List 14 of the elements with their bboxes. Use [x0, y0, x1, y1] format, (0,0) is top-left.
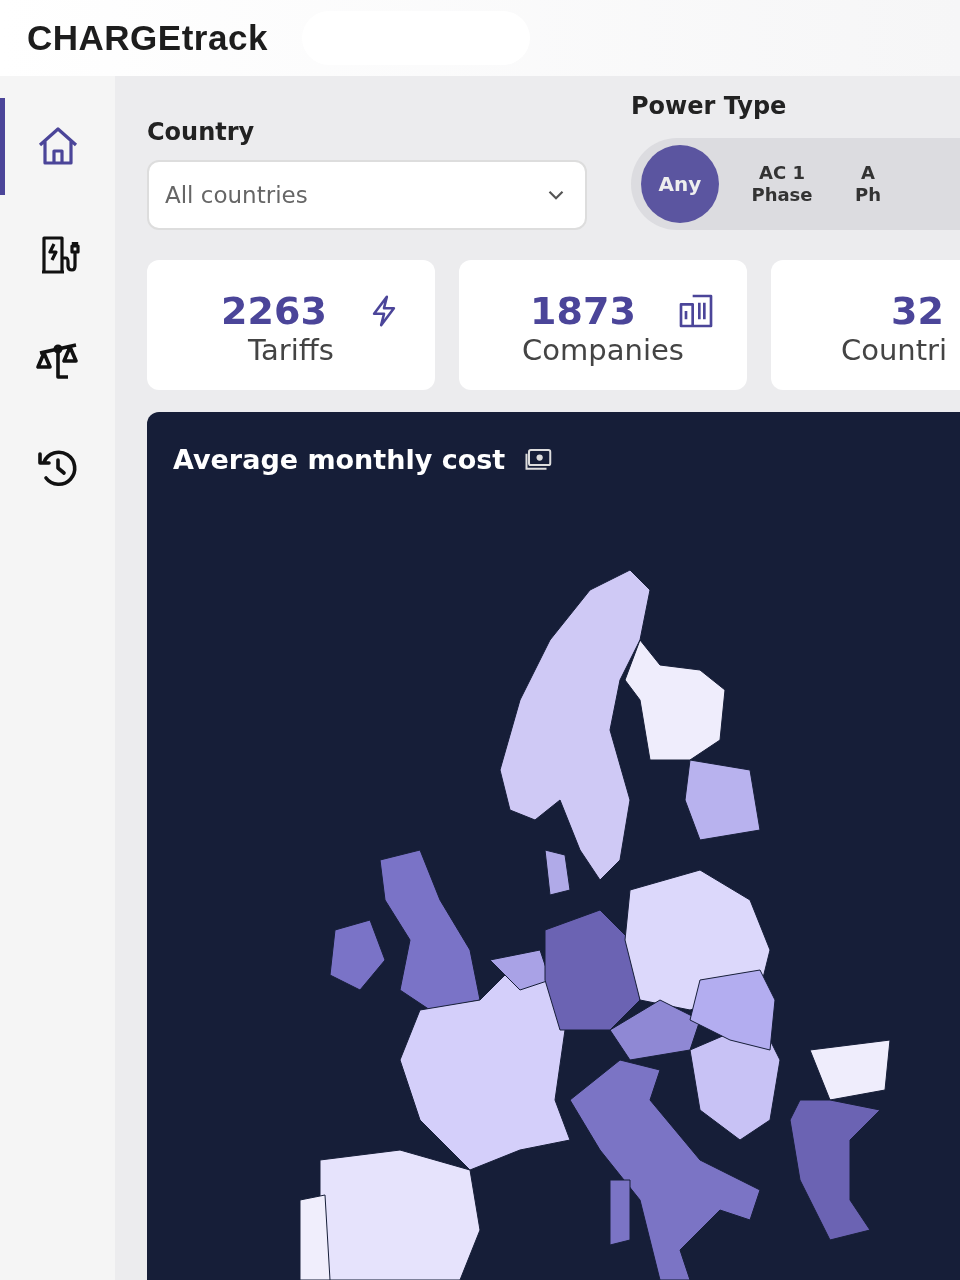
stat-value: 32: [891, 289, 944, 333]
stat-value: 2263: [221, 289, 327, 333]
country-dropdown[interactable]: All countries: [147, 160, 587, 230]
stat-value: 1873: [530, 289, 636, 333]
map-title: Average monthly cost: [173, 444, 506, 475]
stat-label: Tariffs: [248, 333, 334, 367]
app-logo: CHARGEtrack: [27, 18, 268, 58]
stat-label: Countri: [841, 333, 948, 367]
power-type-option[interactable]: AC 1 Phase: [743, 145, 821, 223]
power-type-option[interactable]: Any: [641, 145, 719, 223]
power-type-option[interactable]: A Ph: [855, 145, 881, 223]
power-type-label: Power Type: [631, 92, 788, 120]
stat-label: Companies: [522, 333, 684, 367]
country-label: Country: [147, 118, 256, 146]
